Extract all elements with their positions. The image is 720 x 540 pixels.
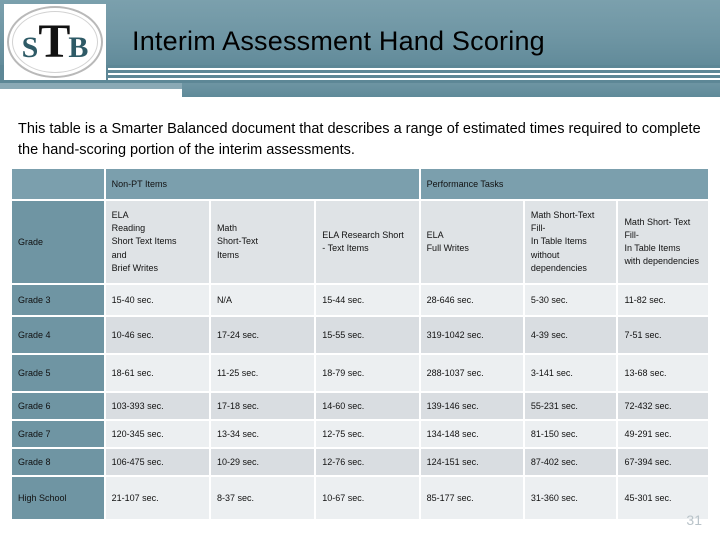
banner-rule-stripes [0,65,720,83]
table-cell: 28-646 sec. [420,285,523,315]
table-cell: 15-55 sec. [316,317,419,353]
table-cell: 319-1042 sec. [420,317,523,353]
table-cell: 12-76 sec. [316,449,419,475]
table-cell: 103-393 sec. [105,393,209,419]
table-cell: 11-25 sec. [210,355,315,391]
banner-lower-bar [182,83,720,97]
table-group-header-row: Non-PT Items Performance Tasks [12,169,708,199]
logo-letters: STB [22,18,89,66]
table-row: Grade 3 15-40 sec. N/A 15-44 sec. 28-646 sec… [12,285,708,315]
table-cell: 139-146 sec. [420,393,523,419]
table-cell: 106-475 sec. [105,449,209,475]
table-cell: 8-37 sec. [210,477,315,519]
hand-scoring-table-wrapper: Non-PT Items Performance Tasks Grade ELA Rea… [10,167,710,521]
logo-letter-t: T [38,15,70,68]
column-header-6-math-short-text-fill: Math Short- Text Fill- In Table Items with… [618,201,708,283]
logo-oval-ring: STB [7,6,103,78]
table-row: High School 21-107 sec. 8-37 sec. 10-67 sec… [12,477,708,519]
table-cell: 18-61 sec. [105,355,209,391]
table-cell: 85-177 sec. [420,477,523,519]
table-row: Grade 6 103-393 sec. 17-18 sec. 14-60 sec. 1… [12,393,708,419]
group-header-performance-tasks: Performance Tasks [420,169,708,199]
table-cell: 49-291 sec. [618,421,708,447]
table-cell: 14-60 sec. [316,393,419,419]
group-header-non-pt-items: Non-PT Items [105,169,419,199]
table-cell: 18-79 sec. [316,355,419,391]
logo-letter-b: B [68,31,89,64]
table-cell: 15-44 sec. [316,285,419,315]
table-cell: 11-82 sec. [618,285,708,315]
table-cell: 72-432 sec. [618,393,708,419]
column-header-1-ela: ELA Reading Short Text Items and Brief Write… [105,201,209,283]
table-cell: 124-151 sec. [420,449,523,475]
banner-rule-3 [108,78,720,80]
banner-rule-2 [108,73,720,75]
row-header-grade-6: Grade 6 [12,393,104,419]
row-header-grade-5: Grade 5 [12,355,104,391]
table-cell: 120-345 sec. [105,421,209,447]
row-header-high-school: High School [12,477,104,519]
table-cell: 67-394 sec. [618,449,708,475]
table-row: Grade 4 10-46 sec. 17-24 sec. 15-55 sec. 319… [12,317,708,353]
row-header-grade-4: Grade 4 [12,317,104,353]
table-cell: 13-34 sec. [210,421,315,447]
page-header-banner: STB Interim Assessment Hand Scoring [0,0,720,100]
table-cell: 7-51 sec. [618,317,708,353]
banner-rule-1 [108,68,720,70]
table-cell: 10-67 sec. [316,477,419,519]
table-cell: 13-68 sec. [618,355,708,391]
table-cell: 15-40 sec. [105,285,209,315]
table-cell: 5-30 sec. [524,285,617,315]
table-row: Grade 8 106-475 sec. 10-29 sec. 12-76 sec. 1… [12,449,708,475]
logo-letter-s: S [21,31,39,64]
table-cell: 10-29 sec. [210,449,315,475]
table-cell: 4-39 sec. [524,317,617,353]
table-cell: 17-24 sec. [210,317,315,353]
column-header-2-math: Math Short-Text Items [210,201,315,283]
page-number: 31 [686,512,702,528]
table-cell: 17-18 sec. [210,393,315,419]
page-title: Interim Assessment Hand Scoring [132,26,545,56]
group-header-blank [12,169,104,199]
table-cell: 134-148 sec. [420,421,523,447]
table-cell: 55-231 sec. [524,393,617,419]
table-cell: 288-1037 sec. [420,355,523,391]
table-row: Grade 5 18-61 sec. 11-25 sec. 18-79 sec. 288… [12,355,708,391]
table-column-header-row: Grade ELA Reading Short Text Items and Brief … [12,201,708,283]
table-cell: 10-46 sec. [105,317,209,353]
column-header-3-ela-research-short: ELA Research Short - Text Items [316,201,419,283]
table-cell: 3-141 sec. [524,355,617,391]
table-cell: N/A [210,285,315,315]
column-header-4-ela: ELA Full Writes [420,201,523,283]
table-cell: 81-150 sec. [524,421,617,447]
intro-paragraph: This table is a Smarter Balanced documen… [18,121,701,159]
banner-lower-step [0,83,182,89]
table-cell: 12-75 sec. [316,421,419,447]
column-header-5-math-short-text-fill: Math Short-Text Fill- In Table Items witho… [524,201,617,283]
table-cell: 87-402 sec. [524,449,617,475]
hand-scoring-table: Non-PT Items Performance Tasks Grade ELA Rea… [10,167,710,521]
row-header-grade-3: Grade 3 [12,285,104,315]
row-header-grade-8: Grade 8 [12,449,104,475]
table-cell: 31-360 sec. [524,477,617,519]
stb-logo: STB [4,4,106,80]
column-header-grade: Grade [12,201,104,283]
row-header-grade-7: Grade 7 [12,421,104,447]
table-cell: 21-107 sec. [105,477,209,519]
table-row: Grade 7 120-345 sec. 13-34 sec. 12-75 sec. 1… [12,421,708,447]
